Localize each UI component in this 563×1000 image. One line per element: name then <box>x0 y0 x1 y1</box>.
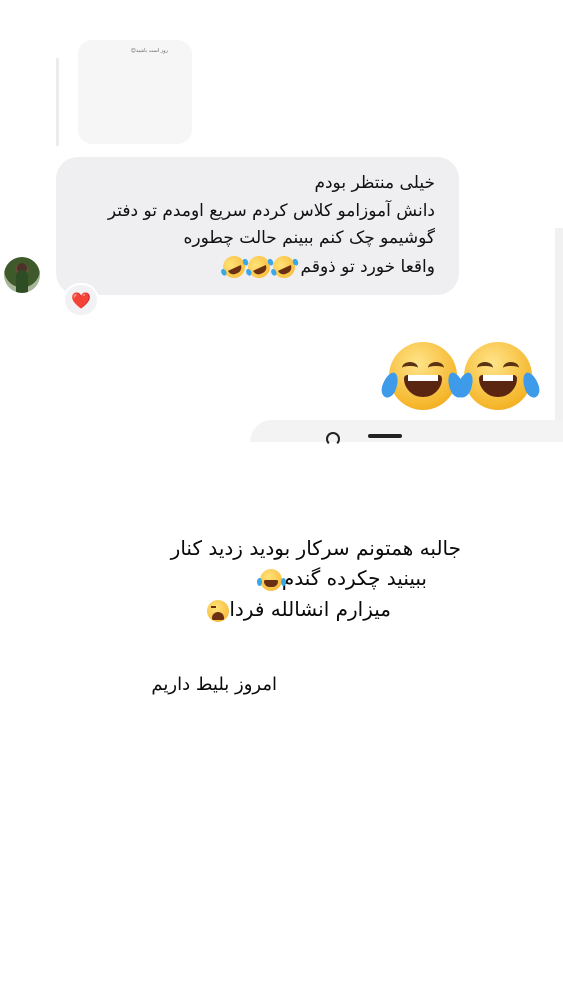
heart-icon: ❤️ <box>71 290 91 310</box>
weary-face-emoji-icon <box>207 599 230 622</box>
story-caption-line-1: جالبه همتونم سرکار بودید زدید کنار <box>170 536 461 560</box>
cutoff-glyph-bar <box>368 434 402 438</box>
tears-of-joy-emoji-icon <box>256 568 282 591</box>
tears-of-joy-emoji-icon[interactable] <box>453 342 543 410</box>
message-line-4-text: واقعا خورد تو ذوقم <box>300 257 435 277</box>
message-line-1: خیلی منتظر بودم <box>314 173 435 193</box>
shared-post-caption: روز است باشید😊 <box>130 48 168 54</box>
shared-post-card[interactable] <box>78 40 192 144</box>
message-line-4: واقعا خورد تو ذوقم <box>219 252 435 282</box>
tears-of-joy-emoji-icon[interactable] <box>378 342 468 410</box>
avatar-figure <box>16 270 28 293</box>
cutoff-glyph <box>326 432 340 446</box>
story-caption-line-2-text: ببینید چکرده گندم <box>281 566 427 590</box>
cutoff-message-area <box>250 420 563 442</box>
received-message-bubble[interactable]: خیلی منتظر بودم دانش آموزامو کلاس کردم س… <box>56 157 459 295</box>
story-caption-line-2: ببینید چکرده گندم <box>256 566 427 591</box>
heart-reaction[interactable]: ❤️ <box>63 283 99 317</box>
thread-divider <box>56 58 59 146</box>
sender-avatar[interactable] <box>4 257 40 293</box>
story-caption-line-3: میزارم انشالله فردا <box>205 597 391 622</box>
scroll-edge <box>555 228 563 426</box>
story-caption-line-4: امروز بلیط داریم <box>151 674 277 695</box>
story-caption-line-3-text: میزارم انشالله فردا <box>229 597 391 621</box>
message-line-3: گوشیمو چک کنم ببینم حالت چطوره <box>183 228 436 248</box>
rofl-emoji-icon <box>219 252 249 282</box>
rofl-emoji-icon <box>244 252 274 282</box>
rofl-emoji-icon <box>269 252 299 282</box>
message-line-2: دانش آموزامو کلاس کردم سریع اومدم تو دفت… <box>107 201 435 221</box>
